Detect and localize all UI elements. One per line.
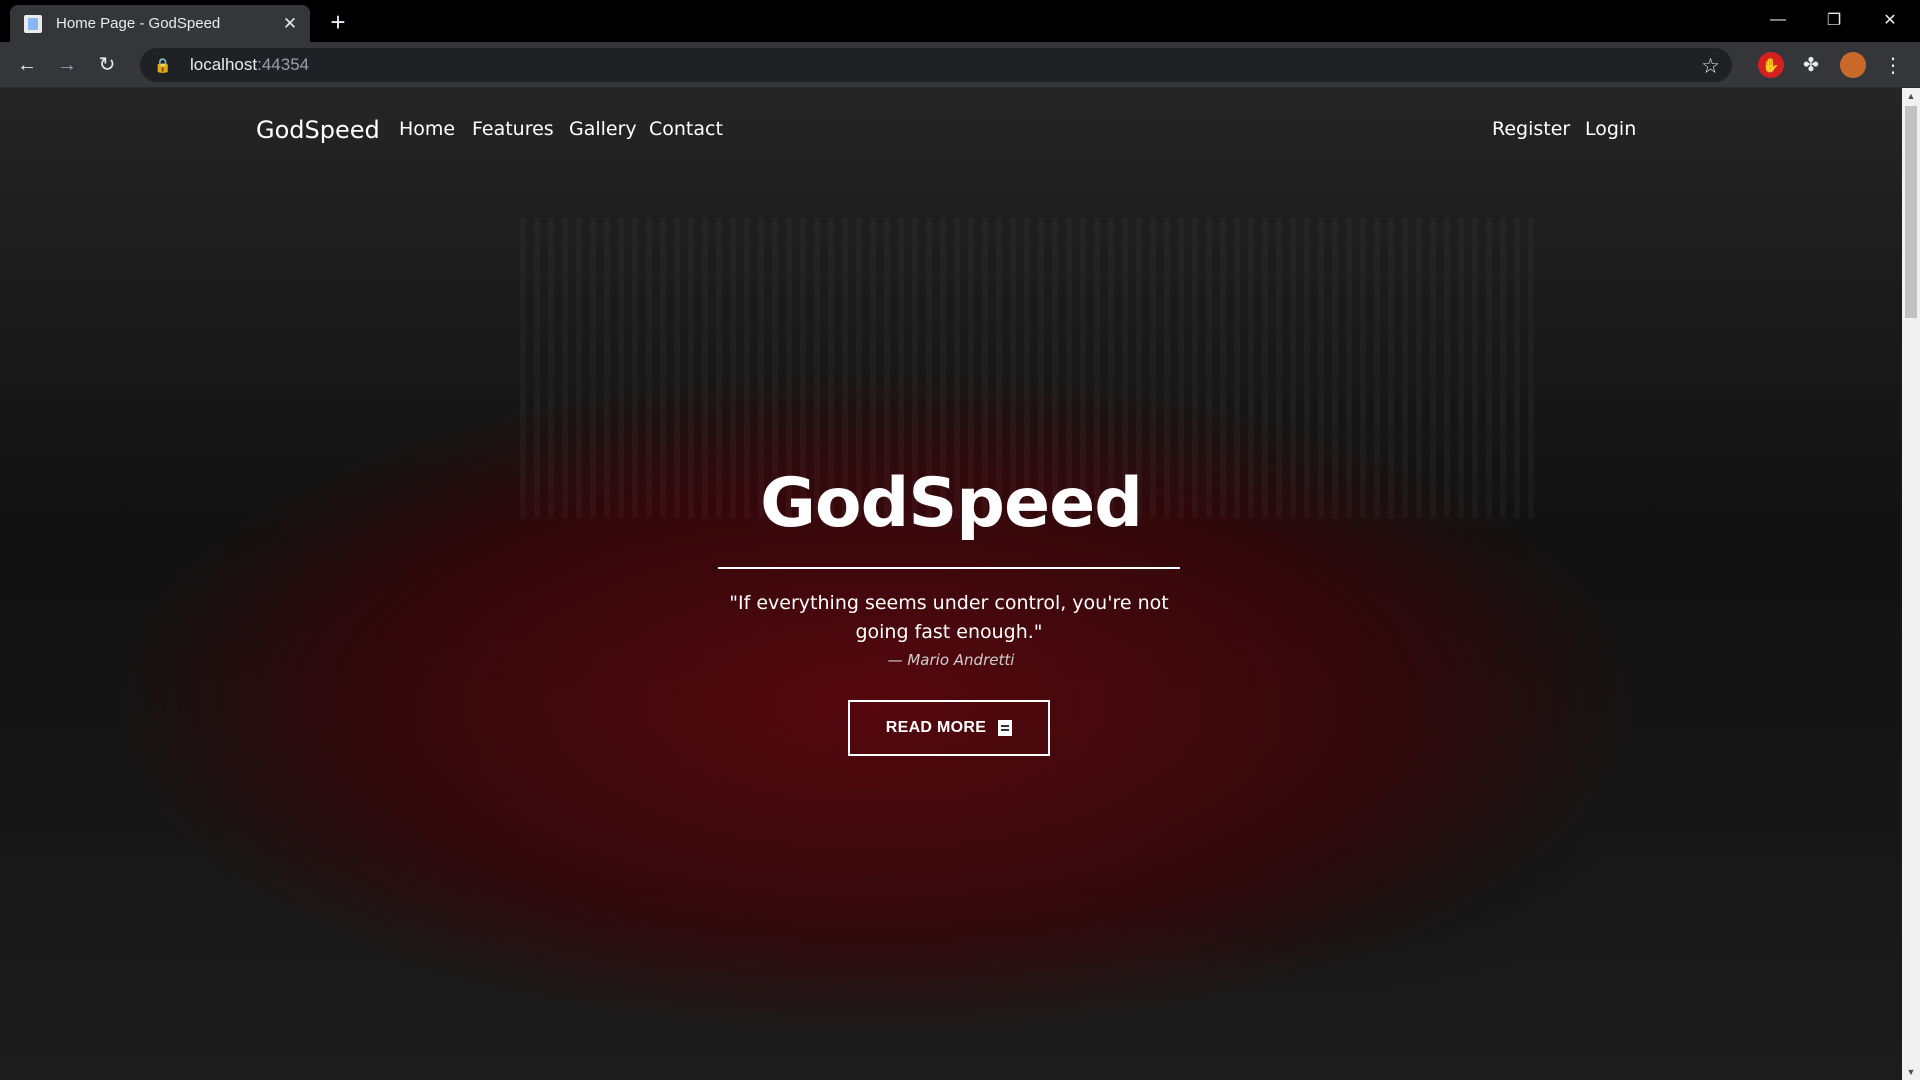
book-icon bbox=[998, 720, 1013, 736]
scrollbar-thumb[interactable] bbox=[1905, 106, 1917, 318]
arrow-right-icon[interactable]: → bbox=[52, 50, 82, 80]
address-bar[interactable]: 🔒 localhost:44354 ☆ bbox=[140, 48, 1732, 82]
hero-divider bbox=[718, 567, 1180, 569]
url-host: localhost bbox=[190, 55, 258, 74]
hero-section: GodSpeed "If everything seems under cont… bbox=[0, 88, 1902, 1080]
close-tab-icon[interactable]: ✕ bbox=[280, 14, 300, 34]
puzzle-icon[interactable]: ✤ bbox=[1798, 52, 1824, 78]
plus-icon[interactable]: + bbox=[322, 8, 354, 38]
page-viewport: GodSpeed Home Features Gallery Contact R… bbox=[0, 88, 1902, 1080]
avatar[interactable] bbox=[1840, 52, 1866, 78]
hero-title: GodSpeed bbox=[760, 464, 1143, 543]
minimize-icon[interactable]: — bbox=[1750, 0, 1806, 40]
browser-tab[interactable]: Home Page - GodSpeed ✕ bbox=[10, 5, 310, 42]
url-port: :44354 bbox=[257, 55, 310, 74]
browser-tab-strip: Home Page - GodSpeed ✕ + — ❐ ✕ bbox=[0, 0, 1920, 42]
star-icon[interactable]: ☆ bbox=[1701, 54, 1720, 79]
kebab-menu-icon[interactable]: ⋮ bbox=[1880, 52, 1906, 78]
tab-title: Home Page - GodSpeed bbox=[56, 15, 221, 32]
close-window-icon[interactable]: ✕ bbox=[1862, 0, 1918, 40]
arrow-left-icon[interactable]: ← bbox=[12, 50, 42, 80]
read-more-label: READ MORE bbox=[885, 719, 987, 736]
scroll-up-icon[interactable]: ▲ bbox=[1902, 88, 1920, 104]
hero-quote-author: — Mario Andretti bbox=[887, 651, 1015, 669]
hero-quote: "If everything seems under control, you'… bbox=[729, 592, 1169, 643]
page-scrollbar[interactable]: ▲ ▼ bbox=[1902, 88, 1920, 1080]
read-more-button[interactable]: READ MORE bbox=[848, 700, 1050, 756]
reload-icon[interactable]: ↻ bbox=[92, 50, 122, 80]
browser-toolbar: ← → ↻ 🔒 localhost:44354 ☆ ✋ ✤ ⋮ bbox=[0, 42, 1920, 88]
restore-icon[interactable]: ❐ bbox=[1806, 0, 1862, 40]
extension-icon[interactable]: ✋ bbox=[1758, 52, 1784, 78]
page-icon bbox=[24, 14, 42, 33]
scroll-down-icon[interactable]: ▼ bbox=[1902, 1064, 1920, 1080]
lock-icon[interactable]: 🔒 bbox=[154, 57, 172, 74]
